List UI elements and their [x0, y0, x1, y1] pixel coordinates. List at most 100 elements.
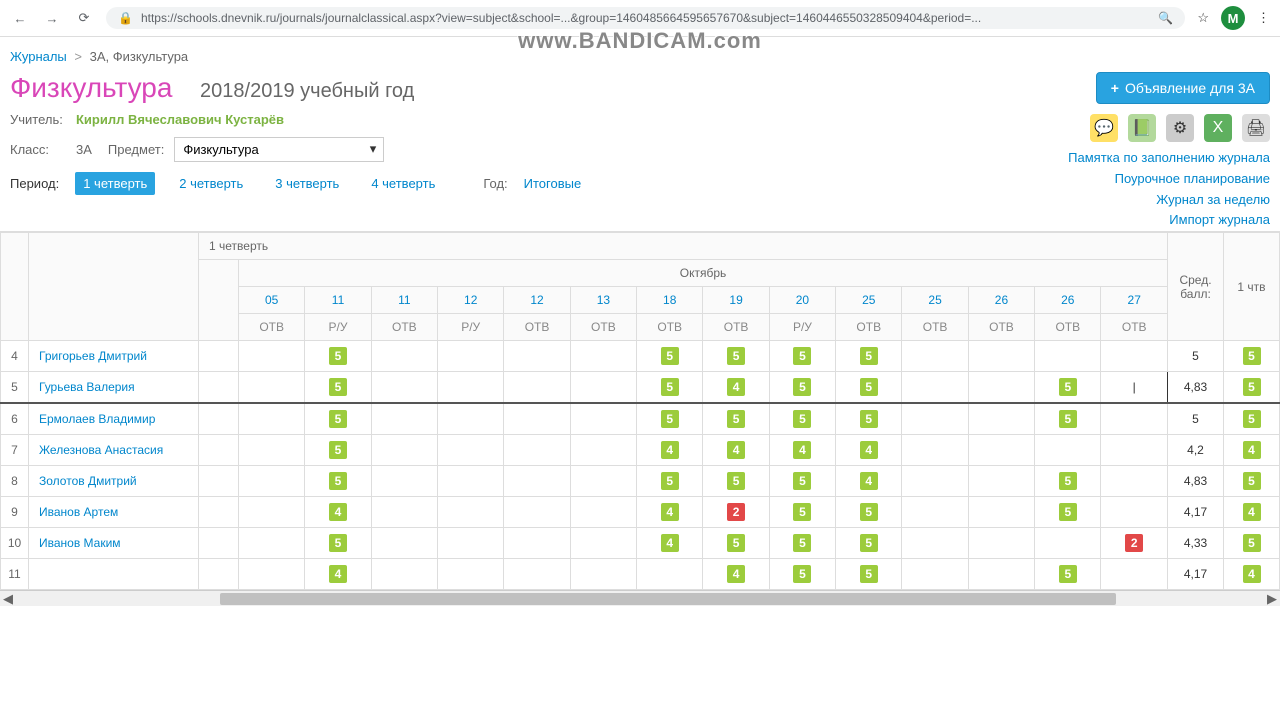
grade-cell[interactable]: 5 — [703, 466, 769, 497]
grade-cell[interactable] — [239, 497, 305, 528]
grade-cell[interactable]: 5 — [1035, 466, 1101, 497]
grade-cell[interactable]: 5 — [637, 372, 703, 404]
date-header[interactable]: 11 — [305, 287, 371, 314]
grade-cell[interactable] — [438, 341, 504, 372]
grade-cell[interactable] — [1101, 435, 1168, 466]
grade-cell[interactable]: 2 — [1101, 528, 1168, 559]
grade-cell[interactable] — [199, 466, 239, 497]
grade-cell[interactable] — [570, 528, 636, 559]
grade-cell[interactable] — [902, 403, 968, 435]
grade-cell[interactable] — [239, 528, 305, 559]
grade-cell[interactable]: 5 — [1035, 372, 1101, 404]
back-button[interactable]: ← — [10, 8, 30, 28]
grade-cell[interactable] — [438, 403, 504, 435]
link-memo[interactable]: Памятка по заполнению журнала — [1068, 148, 1270, 169]
date-header[interactable]: 05 — [239, 287, 305, 314]
grade-cell[interactable] — [239, 435, 305, 466]
date-header[interactable]: 27 — [1101, 287, 1168, 314]
grade-cell[interactable]: 5 — [836, 341, 902, 372]
date-header[interactable]: 13 — [570, 287, 636, 314]
gear-icon[interactable]: ⚙ — [1166, 114, 1194, 142]
student-name[interactable]: Гурьева Валерия — [29, 372, 199, 404]
grade-cell[interactable]: 5 — [637, 341, 703, 372]
grade-cell[interactable] — [902, 497, 968, 528]
grade-cell[interactable]: 2 — [703, 497, 769, 528]
grade-cell-active[interactable] — [1101, 372, 1168, 404]
period-tab-2[interactable]: 2 четверть — [171, 172, 251, 195]
student-name[interactable]: Григорьев Дмитрий — [29, 341, 199, 372]
grade-cell[interactable] — [902, 528, 968, 559]
announcement-button[interactable]: + Объявление для 3А — [1096, 72, 1270, 104]
date-header[interactable]: 26 — [1035, 287, 1101, 314]
link-import[interactable]: Импорт журнала — [1068, 210, 1270, 231]
grade-cell[interactable] — [199, 497, 239, 528]
excel-icon[interactable]: X — [1204, 114, 1232, 142]
grade-cell[interactable] — [504, 372, 570, 404]
book-icon[interactable]: 📗 — [1128, 114, 1156, 142]
date-header[interactable]: 18 — [637, 287, 703, 314]
grade-cell[interactable] — [968, 497, 1034, 528]
date-header[interactable]: 20 — [769, 287, 835, 314]
grade-cell[interactable] — [570, 403, 636, 435]
forward-button[interactable]: → — [42, 8, 62, 28]
grade-cell[interactable] — [438, 497, 504, 528]
grade-cell[interactable]: 5 — [1035, 497, 1101, 528]
grade-cell[interactable] — [968, 403, 1034, 435]
grade-cell[interactable] — [371, 466, 437, 497]
grade-cell[interactable] — [570, 559, 636, 590]
grade-cell[interactable]: 5 — [305, 372, 371, 404]
grade-cell[interactable] — [199, 559, 239, 590]
scroll-thumb[interactable] — [220, 593, 1116, 605]
grade-cell[interactable]: 5 — [769, 403, 835, 435]
grade-cell[interactable] — [1035, 528, 1101, 559]
grade-cell[interactable] — [438, 466, 504, 497]
student-name[interactable]: Ермолаев Владимир — [29, 403, 199, 435]
grade-cell[interactable] — [199, 435, 239, 466]
grade-cell[interactable] — [371, 497, 437, 528]
grade-cell[interactable] — [371, 435, 437, 466]
grade-cell[interactable]: 5 — [836, 497, 902, 528]
profile-avatar[interactable]: М — [1221, 6, 1245, 30]
grade-cell[interactable] — [570, 372, 636, 404]
grade-cell[interactable]: 4 — [703, 435, 769, 466]
grade-cell[interactable] — [637, 559, 703, 590]
scroll-left-button[interactable]: ◀ — [0, 591, 16, 606]
grade-cell[interactable] — [968, 372, 1034, 404]
date-header[interactable]: 19 — [703, 287, 769, 314]
grade-cell[interactable]: 5 — [836, 403, 902, 435]
grade-cell[interactable] — [504, 466, 570, 497]
reload-button[interactable]: ⟳ — [74, 8, 94, 28]
grade-cell[interactable] — [968, 528, 1034, 559]
grade-cell[interactable] — [1101, 466, 1168, 497]
grade-cell[interactable]: 5 — [305, 528, 371, 559]
grade-cell[interactable] — [902, 466, 968, 497]
grade-cell[interactable]: 4 — [836, 435, 902, 466]
grade-cell[interactable]: 5 — [637, 466, 703, 497]
teacher-name[interactable]: Кирилл Вячеславович Кустарёв — [76, 112, 284, 127]
search-icon[interactable]: 🔍 — [1158, 11, 1173, 25]
grade-cell[interactable] — [968, 435, 1034, 466]
scroll-right-button[interactable]: ▶ — [1264, 591, 1280, 606]
grade-cell[interactable] — [570, 341, 636, 372]
grade-cell[interactable] — [504, 497, 570, 528]
grade-cell[interactable]: 5 — [703, 341, 769, 372]
grade-cell[interactable]: 5 — [769, 497, 835, 528]
grade-cell[interactable] — [504, 559, 570, 590]
grade-cell[interactable] — [438, 372, 504, 404]
grade-cell[interactable]: 5 — [769, 372, 835, 404]
grade-cell[interactable] — [199, 403, 239, 435]
grade-cell[interactable] — [1035, 435, 1101, 466]
grade-cell[interactable]: 5 — [769, 528, 835, 559]
date-header[interactable]: 12 — [438, 287, 504, 314]
print-icon[interactable]: 🖨 — [1242, 114, 1270, 142]
grade-cell[interactable]: 4 — [637, 528, 703, 559]
date-header[interactable]: 11 — [371, 287, 437, 314]
grade-cell[interactable] — [504, 435, 570, 466]
grade-cell[interactable]: 5 — [305, 466, 371, 497]
grade-cell[interactable] — [438, 435, 504, 466]
student-name[interactable]: Железнова Анастасия — [29, 435, 199, 466]
grade-cell[interactable] — [438, 559, 504, 590]
grade-cell[interactable] — [570, 497, 636, 528]
star-icon[interactable]: ☆ — [1197, 10, 1209, 26]
grade-cell[interactable] — [438, 528, 504, 559]
